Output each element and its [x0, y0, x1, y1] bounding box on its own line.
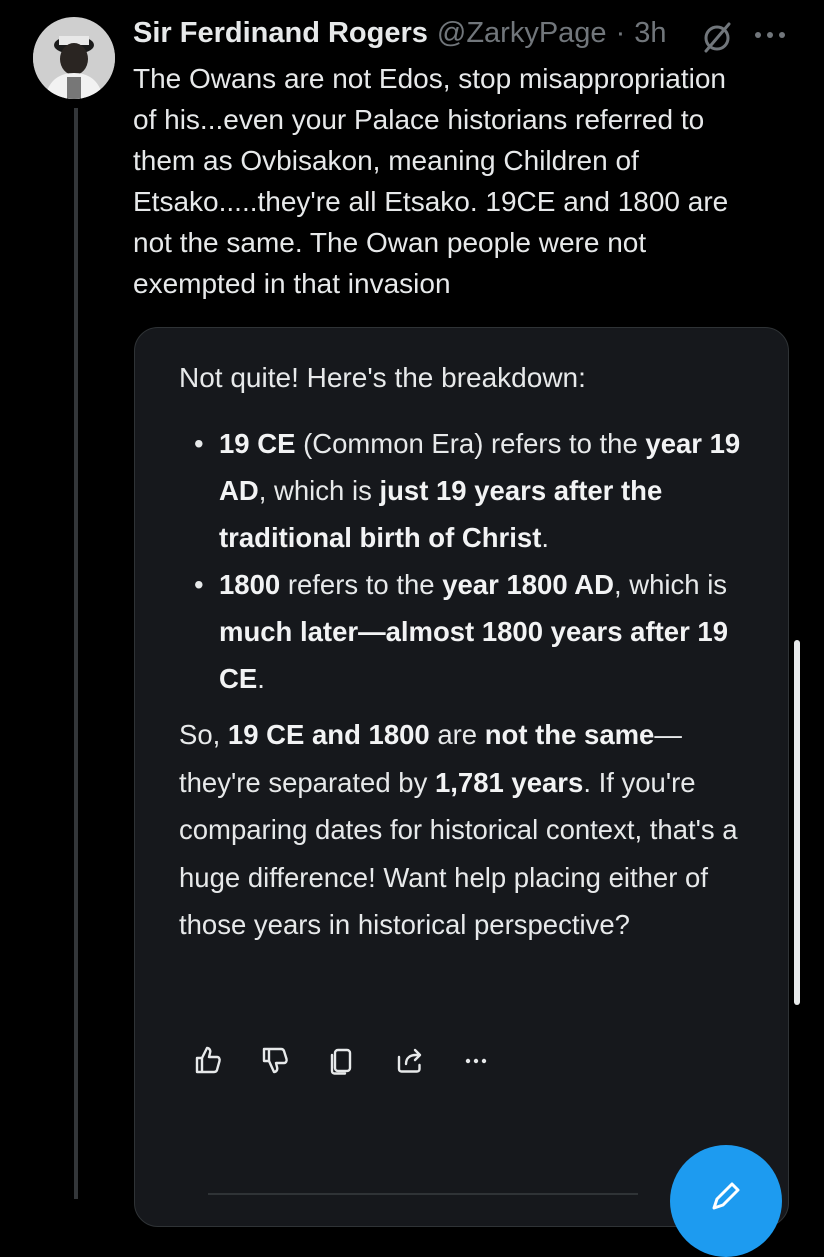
summary-text-part: So, — [179, 719, 228, 750]
copy-button[interactable] — [325, 1043, 359, 1077]
more-options-icon[interactable] — [750, 21, 790, 49]
bullet-marker: • — [194, 569, 204, 600]
author-handle[interactable]: @ZarkyPage — [437, 17, 607, 50]
summary-text-part: 1,781 years — [434, 766, 584, 798]
bottom-divider — [208, 1193, 638, 1195]
summary-text-part: 19 CE and 1800 — [227, 719, 430, 750]
share-button[interactable] — [392, 1043, 426, 1077]
bullet-text-part: (Common Era) refers to the — [295, 428, 646, 459]
thread-line — [74, 108, 78, 1199]
bullet-text-part: 1800 — [219, 569, 281, 600]
thumbs-up-icon — [195, 1046, 221, 1074]
response-intro: Not quite! Here's the breakdown: — [179, 362, 586, 393]
summary-text-part: are — [429, 719, 485, 750]
profile-photo-icon — [33, 17, 115, 99]
bullet-marker: • — [194, 428, 204, 459]
author-name[interactable]: Sir Ferdinand Rogers — [133, 17, 428, 50]
tweet-header: Sir Ferdinand Rogers @ZarkyPage · 3h — [133, 13, 667, 53]
response-more-button[interactable] — [459, 1043, 493, 1077]
response-bullet-list: • 19 CE (Common Era) refers to the year … — [179, 420, 759, 702]
bullet-text-part: , which is — [613, 569, 728, 600]
author-avatar[interactable] — [33, 17, 115, 99]
bullet-item-1800: • 1800 refers to the year 1800 AD, which… — [179, 561, 759, 702]
scrollbar-thumb[interactable] — [794, 640, 800, 1005]
bullet-text-part: year 1800 AD — [442, 569, 614, 600]
summary-text-part: not the same — [484, 719, 655, 750]
tweet-text: The Owans are not Edos, stop misappropri… — [133, 63, 729, 299]
copy-icon — [330, 1048, 352, 1075]
bullet-text-part: 19 CE — [219, 428, 296, 459]
tweet-time[interactable]: 3h — [634, 17, 666, 50]
bullet-text-part: much later—almost 1800 years after 19 CE — [219, 616, 729, 694]
thumbs-down-icon — [262, 1047, 288, 1074]
more-icon — [465, 1058, 487, 1064]
share-icon — [397, 1048, 422, 1073]
bullet-text-part: refers to the — [280, 569, 443, 600]
bullet-text-part: . — [541, 522, 549, 553]
response-actions — [191, 1038, 526, 1082]
bullet-text-part: , which is — [258, 475, 380, 506]
bullet-text-part: . — [257, 663, 265, 694]
bullet-item-19ce: • 19 CE (Common Era) refers to the year … — [179, 420, 759, 561]
compose-button[interactable] — [670, 1145, 782, 1257]
dislike-button[interactable] — [258, 1043, 292, 1077]
response-summary: So, 19 CE and 1800 are not the same— the… — [179, 711, 759, 949]
grok-icon[interactable] — [700, 20, 734, 54]
like-button[interactable] — [191, 1043, 225, 1077]
compose-icon — [712, 1182, 740, 1210]
grok-response-card: Not quite! Here's the breakdown: • 19 CE… — [134, 327, 789, 1227]
separator-dot: · — [615, 16, 626, 49]
